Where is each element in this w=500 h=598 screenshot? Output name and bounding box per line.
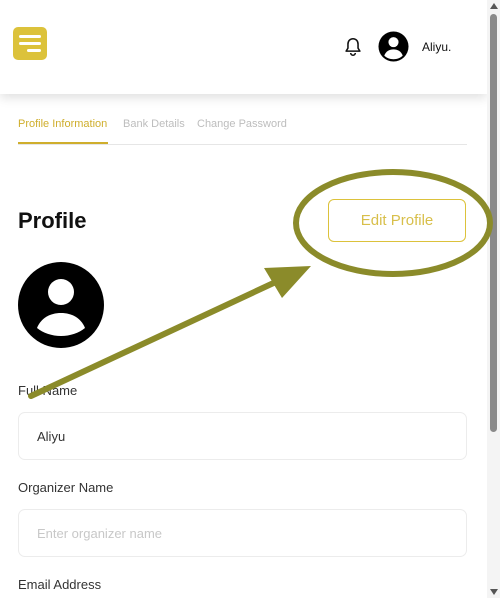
tab-change-password[interactable]: Change Password [197, 118, 287, 130]
scroll-down-arrow-icon[interactable] [490, 589, 498, 595]
active-tab-indicator [18, 142, 108, 144]
profile-avatar-icon [18, 262, 104, 348]
profile-tabs: Profile Information Bank Details Change … [18, 118, 467, 145]
scrollbar-thumb[interactable] [490, 14, 497, 432]
bell-icon[interactable] [342, 36, 364, 58]
user-avatar-icon[interactable] [378, 31, 409, 62]
tab-bank-details[interactable]: Bank Details [123, 118, 185, 130]
scroll-up-arrow-icon[interactable] [490, 3, 498, 9]
annotation-arrow-head [264, 266, 311, 298]
full-name-input[interactable] [18, 412, 467, 460]
username-label[interactable]: Aliyu. [422, 40, 451, 54]
page-title: Profile [18, 208, 87, 233]
hamburger-menu-icon[interactable] [13, 27, 47, 60]
top-header: Aliyu. [0, 0, 487, 94]
organizer-name-input[interactable] [18, 509, 467, 557]
edit-profile-button[interactable]: Edit Profile [328, 199, 466, 242]
email-address-label: Email Address [18, 577, 102, 592]
tab-profile-information[interactable]: Profile Information [18, 118, 107, 130]
page-scrollbar[interactable] [487, 0, 500, 598]
full-name-label: Full Name [18, 383, 78, 398]
organizer-name-label: Organizer Name [18, 480, 114, 495]
